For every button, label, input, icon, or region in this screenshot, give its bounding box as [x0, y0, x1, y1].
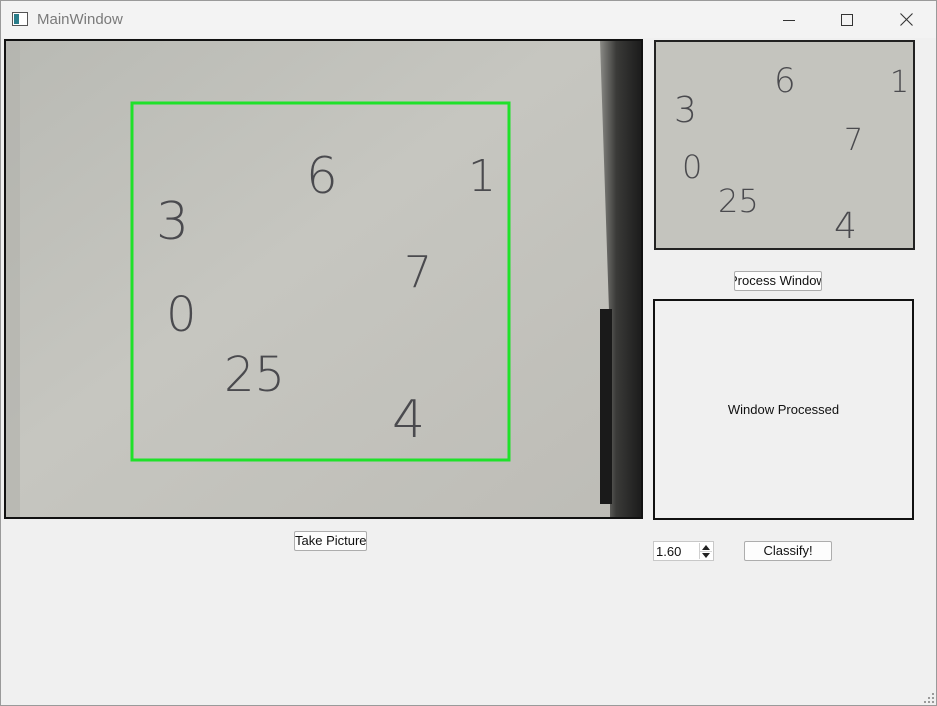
chevron-down-icon	[702, 552, 710, 558]
digit-mark: 6	[306, 147, 338, 205]
digit-mark: 1	[890, 65, 909, 100]
title-bar[interactable]: MainWindow	[1, 1, 936, 38]
result-text: Window Processed	[727, 402, 840, 417]
close-button[interactable]	[883, 1, 929, 38]
process-window-button[interactable]: Process Window	[734, 271, 822, 291]
cropped-preview: 3 6 1 7 0 25 4	[654, 40, 915, 250]
digit-mark: 4	[392, 390, 425, 450]
classify-button[interactable]: Classify!	[744, 541, 832, 561]
camera-view: 3 6 1 7 0 25 4	[4, 39, 643, 519]
take-picture-button[interactable]: Take Picture	[294, 531, 367, 551]
digit-mark: 3	[156, 192, 189, 252]
result-panel: Window Processed	[653, 299, 914, 520]
minimize-icon	[783, 19, 795, 21]
window-title: MainWindow	[37, 11, 123, 28]
maximize-button[interactable]	[824, 1, 870, 38]
main-window: MainWindow 3 6 1 7 0 25 4 3 6 1 7 0 25 4…	[0, 0, 937, 706]
digit-mark: 7	[844, 123, 863, 158]
threshold-spinbox[interactable]: 1.60	[653, 541, 714, 561]
digit-mark: 1	[468, 151, 496, 202]
threshold-value[interactable]: 1.60	[656, 544, 681, 559]
resize-grip-icon[interactable]	[924, 693, 934, 703]
chevron-up-icon	[702, 544, 710, 550]
spin-down-button[interactable]	[700, 551, 712, 559]
app-window-icon	[12, 12, 28, 26]
digit-mark: 25	[224, 347, 285, 403]
digit-mark: 3	[674, 90, 697, 131]
spin-arrows	[699, 543, 712, 559]
digit-mark: 7	[404, 247, 432, 298]
preview-image: 3 6 1 7 0 25 4	[656, 42, 913, 248]
digit-mark: 6	[774, 61, 796, 101]
camera-image: 3 6 1 7 0 25 4	[6, 41, 641, 517]
maximize-icon	[841, 13, 853, 26]
digit-mark: 0	[166, 287, 197, 343]
digit-mark: 0	[682, 148, 702, 186]
close-icon	[899, 13, 913, 26]
digit-mark: 4	[834, 206, 857, 247]
minimize-button[interactable]	[766, 1, 812, 38]
digit-mark: 25	[718, 182, 759, 220]
